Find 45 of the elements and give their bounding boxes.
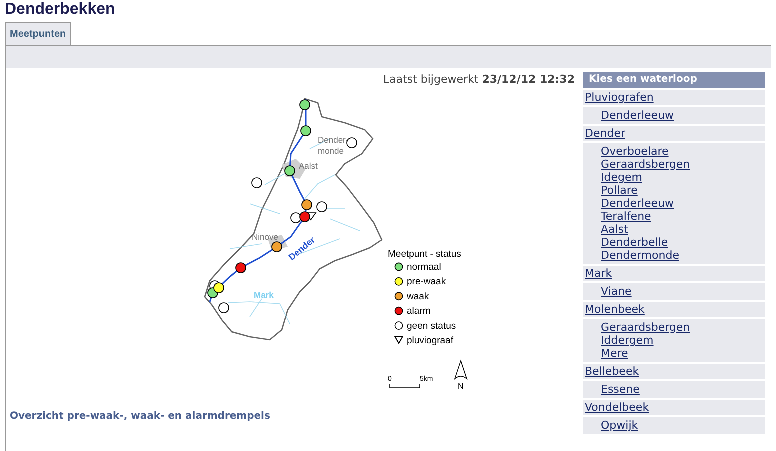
station-link[interactable]: Denderleeuw xyxy=(601,109,674,122)
waterway-link[interactable]: Vondelbeek xyxy=(585,401,650,414)
station-link[interactable]: Geraardsbergen xyxy=(601,321,690,334)
north-label: N xyxy=(458,382,464,391)
tab[interactable]: Meetpunten xyxy=(5,22,72,46)
station-link[interactable]: Overboelare xyxy=(601,145,669,158)
town-label: Aalst xyxy=(299,161,318,171)
waterway-link[interactable]: Mark xyxy=(585,267,612,280)
station-link[interactable]: Idegem xyxy=(601,171,642,184)
waterway-link[interactable]: Dender xyxy=(585,127,626,140)
legend-label: geen status xyxy=(407,320,456,332)
station-link[interactable]: Dendermonde xyxy=(601,249,680,262)
station-link[interactable]: Essene xyxy=(601,383,640,396)
station-link[interactable]: Iddergem xyxy=(601,334,654,347)
legend-label: pluviograaf xyxy=(407,336,454,346)
station-link[interactable]: Aalst xyxy=(601,223,628,236)
station-link[interactable]: Denderleeuw xyxy=(601,197,674,210)
stream-label: Mark xyxy=(254,290,274,300)
last-updated-text: Laatst bijgewerkt 23/12/12 12:32 xyxy=(382,72,576,88)
waterway-link[interactable]: Bellebeek xyxy=(585,365,640,378)
station-link[interactable]: Viane xyxy=(601,285,632,298)
scale-bar xyxy=(390,384,420,388)
station-marker[interactable] xyxy=(252,178,262,188)
waterway-link[interactable]: Molenbeek xyxy=(585,303,645,316)
legend-label: normaal xyxy=(407,262,442,273)
station-link[interactable]: Teralfene xyxy=(601,210,652,223)
waterway-link[interactable]: Pluviografen xyxy=(585,91,654,104)
station-marker[interactable] xyxy=(300,100,310,110)
station-link[interactable]: Denderbelle xyxy=(601,236,668,249)
sidebar-header: Kies een waterloop xyxy=(583,72,765,88)
station-link[interactable]: Geraardsbergen xyxy=(601,158,690,171)
page-title: Denderbekken xyxy=(5,0,116,20)
thresholds-link[interactable]: Overzicht pre-waak-, waak- en alarmdrempels xyxy=(10,411,270,422)
station-link[interactable]: Opwijk xyxy=(601,419,638,432)
legend-label: pre-waak xyxy=(407,276,446,288)
station-link[interactable]: Mere xyxy=(601,347,628,360)
station-link[interactable]: Pollare xyxy=(601,184,638,197)
legend-label: alarm xyxy=(407,306,431,318)
town-label: monde xyxy=(318,146,344,156)
town-label: Dender- xyxy=(318,135,349,145)
legend-title: Meetpunt - status xyxy=(388,249,462,260)
pluviograph-icon xyxy=(394,336,404,344)
north-arrow-icon xyxy=(454,360,468,380)
legend-label: waak xyxy=(407,291,430,302)
town-label: Ninove xyxy=(252,232,278,242)
